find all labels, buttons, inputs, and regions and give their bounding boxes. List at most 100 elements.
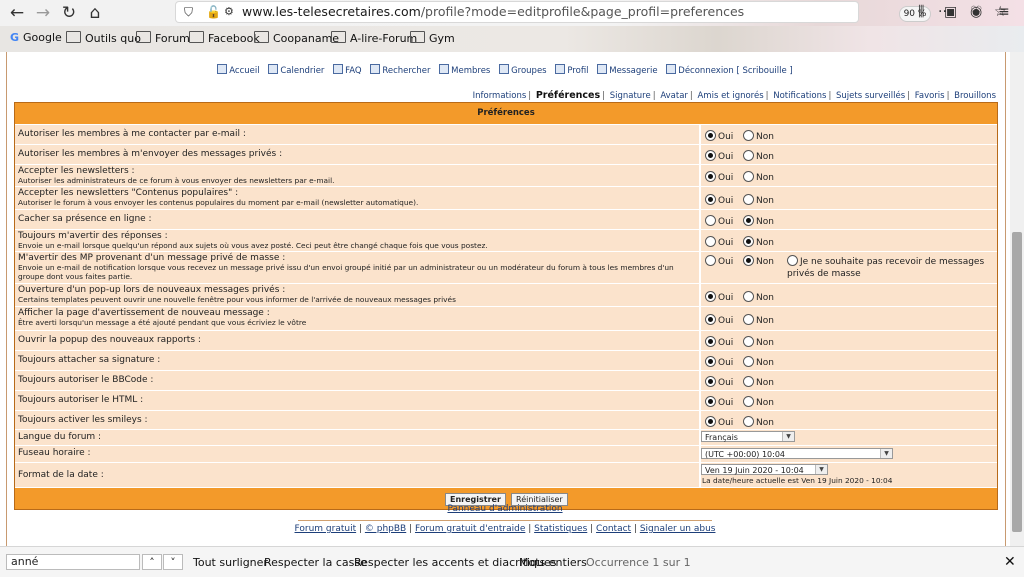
nav-profil[interactable]: Profil bbox=[555, 64, 589, 76]
account-icon[interactable]: ◉ bbox=[970, 3, 982, 21]
match-case-checkbox[interactable]: Respecter la casse bbox=[264, 556, 367, 569]
menu-icon[interactable]: ≡ bbox=[998, 3, 1010, 21]
tab-preferences[interactable]: Préférences bbox=[536, 90, 600, 101]
bookmark-facebook[interactable]: Facebook bbox=[189, 31, 260, 45]
url-bar[interactable]: ⛉ 🔓 ⚙ www.les-telesecretaires.com/profil… bbox=[176, 2, 1007, 22]
radio-non[interactable]: Non bbox=[743, 150, 774, 162]
nav-faq[interactable]: FAQ bbox=[333, 64, 362, 76]
nav-messagerie[interactable]: Messagerie bbox=[597, 64, 658, 76]
radio-non[interactable]: Non bbox=[743, 194, 774, 206]
preference-row: M'avertir des MP provenant d'un message … bbox=[15, 252, 997, 284]
radio-no-mass-pm[interactable]: Je ne souhaite pas recevoir de messages … bbox=[787, 255, 995, 280]
radio-non[interactable]: Non bbox=[743, 376, 774, 388]
find-next-button[interactable]: ˅ bbox=[163, 554, 183, 570]
radio-oui[interactable]: Oui bbox=[705, 215, 733, 227]
radio-oui[interactable]: Oui bbox=[705, 291, 733, 303]
radio-oui[interactable]: Oui bbox=[705, 314, 733, 326]
tab-signature[interactable]: Signature bbox=[610, 91, 651, 101]
tab-notifications[interactable]: Notifications bbox=[773, 91, 826, 101]
bookmark-coopaname[interactable]: Coopaname bbox=[254, 31, 339, 45]
radio-oui[interactable]: Oui bbox=[705, 171, 733, 183]
nav-calendrier[interactable]: Calendrier bbox=[268, 64, 324, 76]
radio-icon bbox=[705, 416, 716, 427]
back-button[interactable]: ← bbox=[6, 3, 28, 23]
reload-button[interactable]: ↻ bbox=[58, 3, 80, 23]
radio-oui[interactable]: Oui bbox=[705, 194, 733, 206]
nav-accueil[interactable]: Accueil bbox=[217, 64, 260, 76]
radio-oui[interactable]: Oui bbox=[705, 376, 733, 388]
preference-row: Autoriser les membres à m'envoyer des me… bbox=[15, 145, 997, 165]
forward-button[interactable]: → bbox=[32, 3, 54, 23]
home-button[interactable]: ⌂ bbox=[84, 3, 106, 23]
radio-oui[interactable]: Oui bbox=[705, 150, 733, 162]
radio-non[interactable]: Non bbox=[743, 396, 774, 408]
radio-icon bbox=[705, 396, 716, 407]
preference-description: Autoriser les administrateurs de ce foru… bbox=[18, 176, 335, 185]
url-text[interactable]: www.les-telesecretaires.com/profile?mode… bbox=[242, 4, 744, 19]
date-format-select[interactable]: Ven 19 Juin 2020 - 10:04 ▼ bbox=[701, 464, 828, 475]
whole-words-checkbox[interactable]: Mots entiers bbox=[519, 556, 587, 569]
bookmark-google[interactable]: G Google bbox=[10, 31, 62, 44]
radio-oui[interactable]: Oui bbox=[705, 356, 733, 368]
tab-informations[interactable]: Informations bbox=[473, 91, 527, 101]
highlight-all-checkbox[interactable]: Tout surligner bbox=[193, 556, 268, 569]
tab-amis[interactable]: Amis et ignorés bbox=[697, 91, 763, 101]
preference-description: Être averti lorsqu'un message a été ajou… bbox=[18, 318, 307, 327]
radio-oui[interactable]: Oui bbox=[705, 255, 733, 267]
nav-rechercher[interactable]: Rechercher bbox=[370, 64, 430, 76]
find-input[interactable]: anné bbox=[6, 554, 140, 570]
tab-favoris[interactable]: Favoris bbox=[915, 91, 945, 101]
radio-oui[interactable]: Oui bbox=[705, 416, 733, 428]
radio-non[interactable]: Non bbox=[743, 416, 774, 428]
radio-non[interactable]: Non bbox=[743, 236, 774, 248]
shield-icon[interactable]: ⛉ bbox=[184, 3, 193, 21]
footer-forum-gratuit[interactable]: Forum gratuit bbox=[295, 524, 357, 534]
scrollbar-thumb[interactable] bbox=[1012, 232, 1022, 532]
footer-phpbb[interactable]: © phpBB bbox=[365, 524, 406, 534]
radio-oui[interactable]: Oui bbox=[705, 130, 733, 142]
preference-label: Cacher sa présence en ligne : bbox=[18, 214, 152, 224]
folder-icon bbox=[66, 31, 81, 43]
bookmark-alire[interactable]: A-lire-Forum bbox=[331, 31, 417, 45]
close-icon[interactable]: ✕ bbox=[1004, 554, 1016, 570]
find-previous-button[interactable]: ˄ bbox=[142, 554, 162, 570]
admin-panel-link[interactable]: Panneau d'administration bbox=[0, 504, 1010, 514]
radio-oui[interactable]: Oui bbox=[705, 336, 733, 348]
nav-groupes[interactable]: Groupes bbox=[499, 64, 547, 76]
footer-contact[interactable]: Contact bbox=[596, 524, 631, 534]
bookmark-forum[interactable]: Forum bbox=[136, 31, 190, 45]
radio-non[interactable]: Non bbox=[743, 336, 774, 348]
preference-label: Autoriser les membres à me contacter par… bbox=[18, 129, 246, 139]
radio-non[interactable]: Non bbox=[743, 215, 774, 227]
nav-deconnexion[interactable]: Déconnexion [ Scribouille ] bbox=[666, 64, 793, 76]
permissions-icon[interactable]: ⚙ bbox=[224, 3, 234, 21]
sidebar-icon[interactable]: ▣ bbox=[944, 3, 957, 21]
radio-oui[interactable]: Oui bbox=[705, 236, 733, 248]
profile-tabs: Informations | Préférences | Signature | Av… bbox=[472, 90, 996, 101]
radio-non[interactable]: Non bbox=[743, 314, 774, 326]
footer-statistiques[interactable]: Statistiques bbox=[534, 524, 587, 534]
footer-abus[interactable]: Signaler un abus bbox=[640, 524, 716, 534]
insecure-lock-icon[interactable]: 🔓 bbox=[206, 3, 221, 21]
bookmark-gym[interactable]: Gym bbox=[410, 31, 455, 45]
timezone-select[interactable]: (UTC +00:00) 10:04 ▼ bbox=[701, 448, 893, 459]
preference-row: Toujours autoriser le BBCode : Oui Non bbox=[15, 371, 997, 391]
radio-icon bbox=[705, 376, 716, 387]
language-select[interactable]: Français ▼ bbox=[701, 431, 795, 442]
radio-non[interactable]: Non bbox=[743, 171, 774, 183]
radio-icon bbox=[743, 171, 754, 182]
radio-non[interactable]: Non bbox=[743, 130, 774, 142]
radio-oui[interactable]: Oui bbox=[705, 396, 733, 408]
page-scrollbar[interactable] bbox=[1010, 52, 1024, 546]
tab-avatar[interactable]: Avatar bbox=[660, 91, 688, 101]
tab-sujets[interactable]: Sujets surveillés bbox=[836, 91, 905, 101]
radio-non[interactable]: Non bbox=[743, 255, 774, 267]
footer-entraide[interactable]: Forum gratuit d'entraide bbox=[415, 524, 525, 534]
nav-membres[interactable]: Membres bbox=[439, 64, 490, 76]
bookmark-outils[interactable]: Outils quo bbox=[66, 31, 141, 45]
zoom-indicator[interactable]: 90 % bbox=[899, 6, 931, 22]
radio-non[interactable]: Non bbox=[743, 291, 774, 303]
library-icon[interactable]: ⫼ bbox=[918, 3, 924, 21]
tab-brouillons[interactable]: Brouillons bbox=[954, 91, 996, 101]
radio-non[interactable]: Non bbox=[743, 356, 774, 368]
